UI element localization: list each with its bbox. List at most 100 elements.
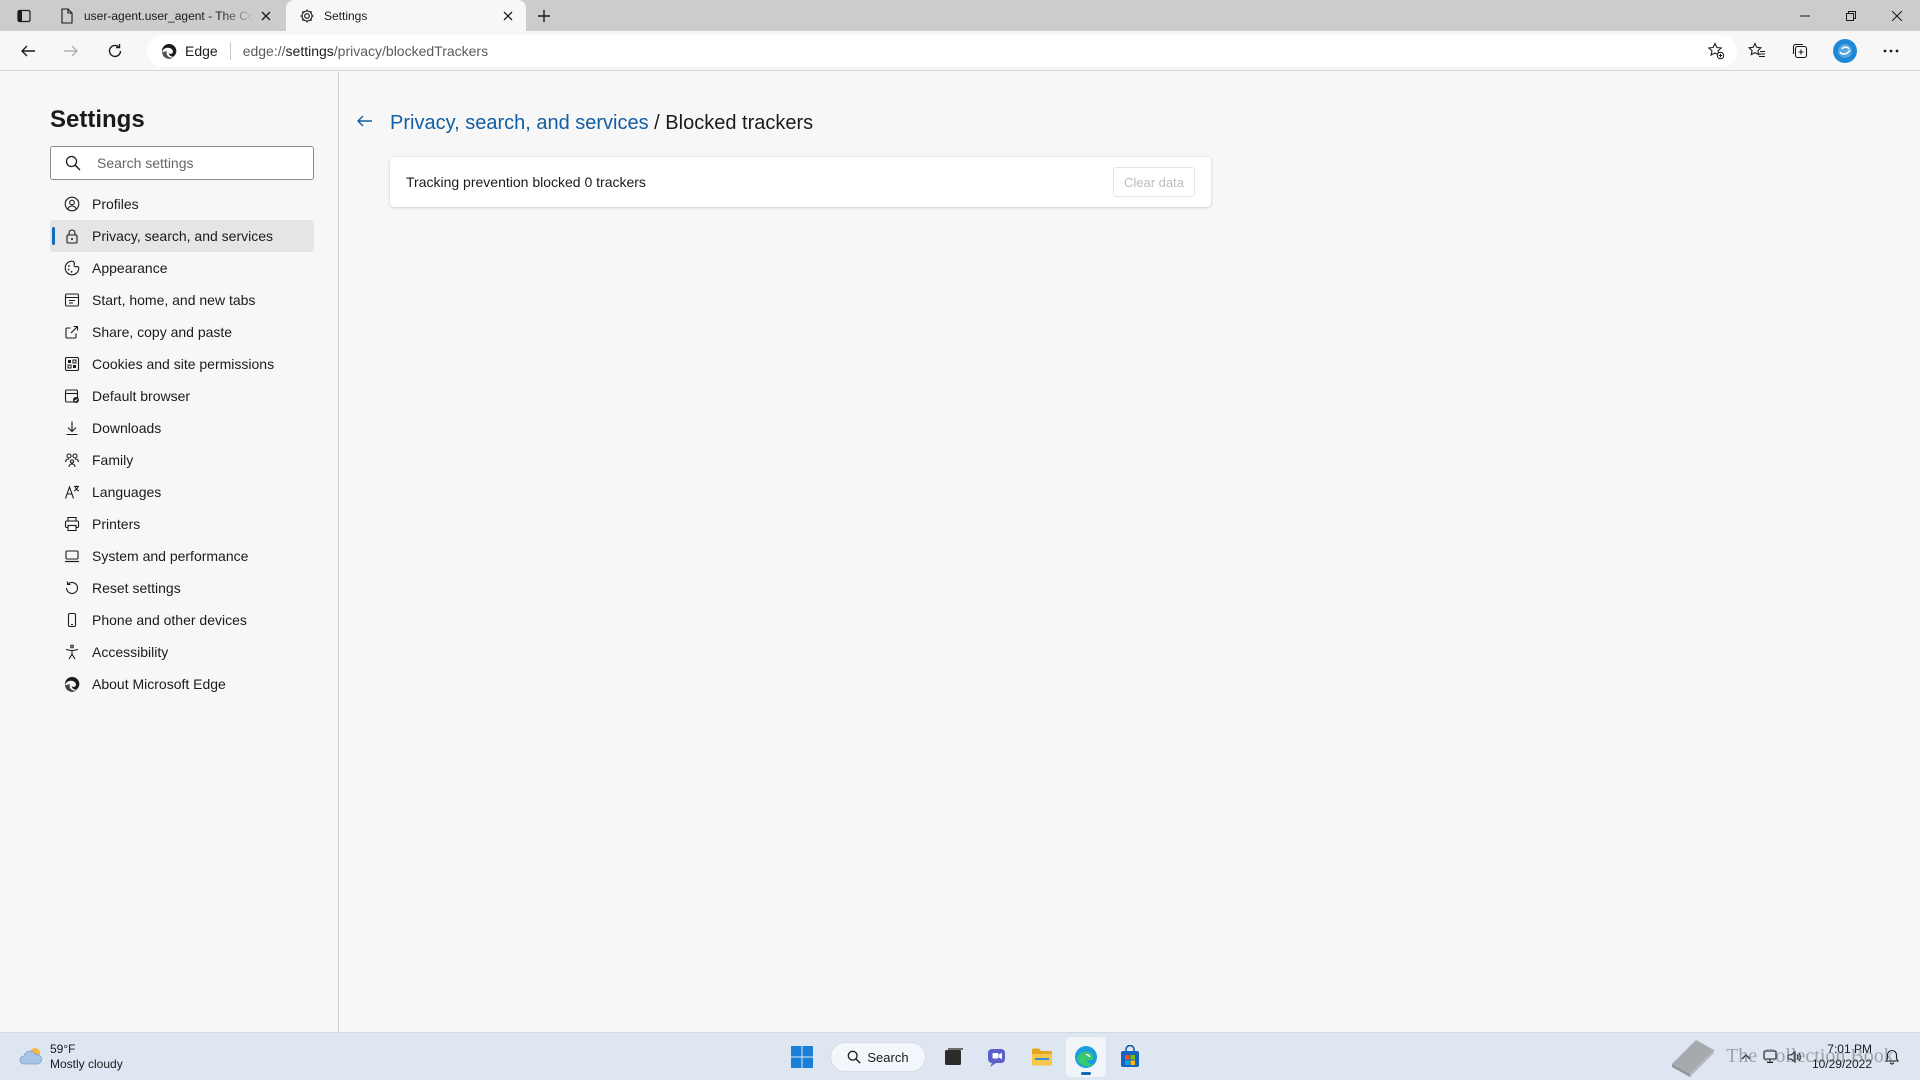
search-settings-box[interactable] bbox=[50, 146, 314, 180]
close-tab-button[interactable] bbox=[254, 4, 278, 28]
sidebar-item-label: Printers bbox=[92, 516, 141, 532]
tab-user-agent[interactable]: user-agent.user_agent - The Coll bbox=[46, 0, 284, 31]
url-scheme: edge:// bbox=[242, 43, 286, 59]
chat-button[interactable] bbox=[978, 1037, 1018, 1077]
sidebar-item-family[interactable]: Family bbox=[50, 444, 314, 476]
refresh-button[interactable] bbox=[100, 36, 130, 66]
settings-sidebar: Settings Profiles Privacy, search, and s… bbox=[0, 72, 339, 1032]
tab-settings[interactable]: Settings bbox=[286, 0, 526, 31]
show-hidden-icons-button[interactable] bbox=[1736, 1047, 1756, 1067]
weather-widget[interactable]: 59°F Mostly cloudy bbox=[18, 1042, 123, 1072]
sidebar-item-accessibility[interactable]: Accessibility bbox=[50, 636, 314, 668]
sidebar-item-start-home[interactable]: Start, home, and new tabs bbox=[50, 284, 314, 316]
clock-date: 10/29/2022 bbox=[1811, 1057, 1872, 1071]
sidebar-item-label: Phone and other devices bbox=[92, 612, 247, 628]
star-add-icon bbox=[1707, 42, 1725, 60]
window-controls bbox=[1782, 0, 1920, 31]
sidebar-item-label: Default browser bbox=[92, 388, 191, 404]
edge-logo-icon bbox=[161, 43, 177, 59]
minimize-button[interactable] bbox=[1782, 0, 1828, 31]
network-button[interactable] bbox=[1760, 1047, 1780, 1067]
store-icon bbox=[1121, 1045, 1139, 1067]
tab-title: Settings bbox=[324, 8, 368, 23]
back-to-privacy-button[interactable] bbox=[354, 110, 376, 132]
sidebar-item-share[interactable]: Share, copy and paste bbox=[50, 316, 314, 348]
page-icon bbox=[59, 7, 75, 24]
home-tabs-icon bbox=[64, 292, 80, 308]
settings-nav: Profiles Privacy, search, and services A… bbox=[50, 188, 314, 700]
clear-data-button[interactable]: Clear data bbox=[1113, 167, 1195, 197]
sidebar-item-downloads[interactable]: Downloads bbox=[50, 412, 314, 444]
tab-actions-button[interactable] bbox=[10, 4, 38, 28]
sidebar-item-profiles[interactable]: Profiles bbox=[50, 188, 314, 220]
sidebar-item-about[interactable]: About Microsoft Edge bbox=[50, 668, 314, 700]
arrow-left-icon bbox=[21, 45, 35, 57]
forward-button[interactable] bbox=[56, 36, 86, 66]
sidebar-item-phone[interactable]: Phone and other devices bbox=[50, 604, 314, 636]
reset-icon bbox=[64, 580, 80, 596]
chevron-up-icon bbox=[1741, 1054, 1751, 1060]
sidebar-item-languages[interactable]: Languages bbox=[50, 476, 314, 508]
edge-logo-icon bbox=[1075, 1046, 1097, 1068]
sidebar-item-printers[interactable]: Printers bbox=[50, 508, 314, 540]
breadcrumb-privacy-link[interactable]: Privacy, search, and services bbox=[390, 112, 649, 134]
close-icon bbox=[1892, 10, 1902, 21]
notification-icon bbox=[1885, 1049, 1899, 1065]
sidebar-item-system[interactable]: System and performance bbox=[50, 540, 314, 572]
sidebar-item-default-browser[interactable]: Default browser bbox=[50, 380, 314, 412]
address-bar[interactable]: Edge edge://settings/privacy/blockedTrac… bbox=[147, 35, 1737, 67]
profile-icon bbox=[64, 196, 80, 212]
breadcrumb: Privacy, search, and services / Blocked … bbox=[390, 112, 813, 135]
tab-title: user-agent.user_agent - The Coll bbox=[84, 8, 254, 23]
search-input[interactable] bbox=[97, 155, 297, 171]
sidebar-item-privacy[interactable]: Privacy, search, and services bbox=[50, 220, 314, 252]
back-button[interactable] bbox=[13, 36, 43, 66]
store-button[interactable] bbox=[1110, 1037, 1150, 1077]
taskbar-search-button[interactable]: Search bbox=[830, 1042, 926, 1072]
sidebar-item-label: Privacy, search, and services bbox=[92, 228, 274, 244]
collections-icon bbox=[1792, 43, 1808, 59]
task-view-icon bbox=[945, 1048, 963, 1065]
notifications-button[interactable] bbox=[1882, 1047, 1902, 1067]
close-tab-button[interactable] bbox=[496, 4, 520, 28]
trackers-blocked-count: Tracking prevention blocked 0 trackers bbox=[406, 174, 646, 190]
restore-button[interactable] bbox=[1828, 0, 1874, 31]
start-button[interactable] bbox=[782, 1037, 822, 1077]
task-view-button[interactable] bbox=[934, 1037, 974, 1077]
settings-more-button[interactable] bbox=[1876, 36, 1906, 66]
title-bar: user-agent.user_agent - The Coll Setting… bbox=[0, 0, 1920, 31]
sidebar-item-cookies[interactable]: Cookies and site permissions bbox=[50, 348, 314, 380]
system-tray: 7:01 PM 10/29/2022 bbox=[1734, 1039, 1904, 1075]
file-explorer-button[interactable] bbox=[1022, 1037, 1062, 1077]
windows-logo-icon bbox=[791, 1046, 813, 1068]
taskbar-search-label: Search bbox=[867, 1049, 909, 1065]
temperature: 59°F bbox=[50, 1042, 76, 1056]
sidebar-title: Settings bbox=[50, 106, 145, 133]
clock[interactable]: 7:01 PM 10/29/2022 bbox=[1812, 1042, 1872, 1072]
url-text[interactable]: edge://settings/privacy/blockedTrackers bbox=[243, 43, 1701, 59]
refresh-icon bbox=[108, 44, 122, 58]
sidebar-item-reset[interactable]: Reset settings bbox=[50, 572, 314, 604]
close-window-button[interactable] bbox=[1874, 0, 1920, 31]
phone-icon bbox=[64, 612, 80, 628]
more-icon bbox=[1883, 49, 1899, 53]
tab-actions-icon bbox=[17, 9, 31, 23]
site-identity[interactable]: Edge bbox=[147, 35, 230, 67]
profile-avatar-button[interactable] bbox=[1833, 39, 1857, 63]
speaker-icon bbox=[1787, 1050, 1801, 1064]
arrow-right-icon bbox=[64, 45, 78, 57]
edge-taskbar-button[interactable] bbox=[1066, 1037, 1106, 1077]
lock-icon bbox=[64, 228, 80, 244]
network-icon bbox=[1763, 1050, 1777, 1064]
blocked-trackers-card: Tracking prevention blocked 0 trackers C… bbox=[390, 157, 1211, 207]
add-favorite-button[interactable] bbox=[1701, 36, 1731, 66]
sidebar-item-label: Share, copy and paste bbox=[92, 324, 233, 340]
breadcrumb-separator: / bbox=[648, 112, 666, 134]
favorites-button[interactable] bbox=[1742, 36, 1772, 66]
page-title: Blocked trackers bbox=[665, 112, 814, 134]
volume-button[interactable] bbox=[1784, 1047, 1804, 1067]
new-tab-button[interactable] bbox=[530, 3, 558, 29]
sidebar-item-appearance[interactable]: Appearance bbox=[50, 252, 314, 284]
family-icon bbox=[64, 452, 80, 468]
collections-button[interactable] bbox=[1785, 36, 1815, 66]
